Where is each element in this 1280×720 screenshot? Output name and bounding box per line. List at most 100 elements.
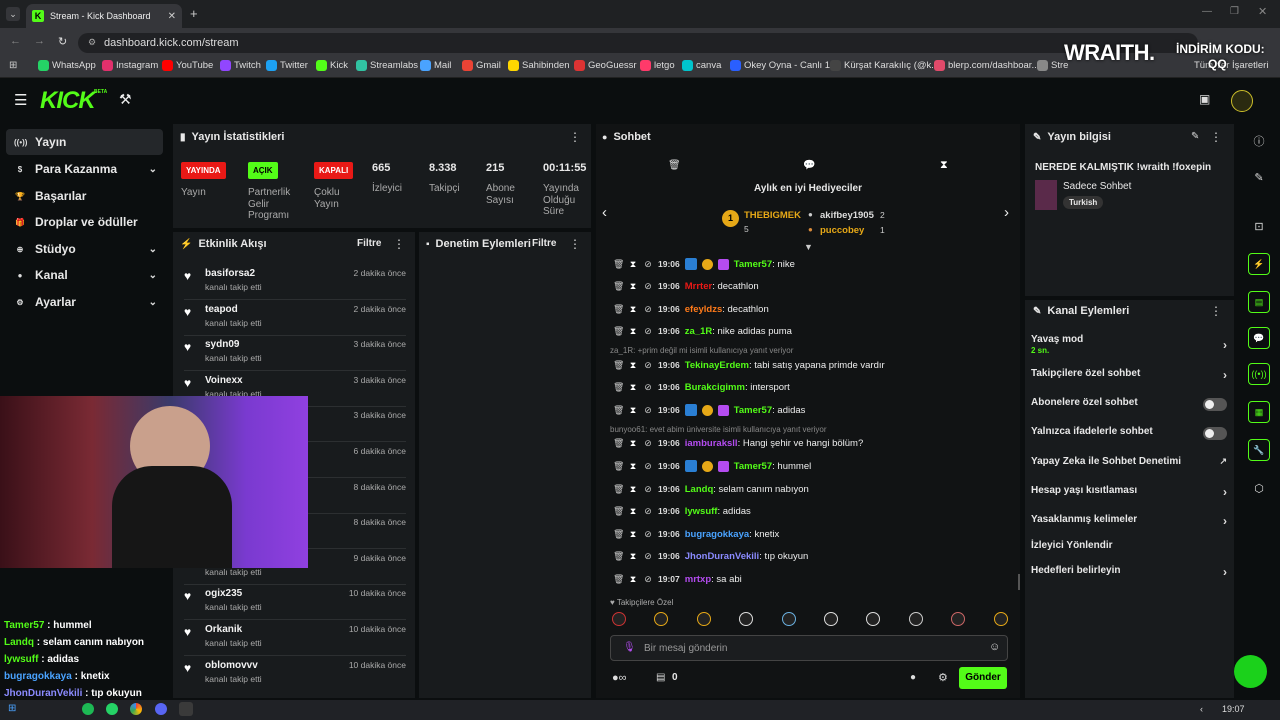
emote-icon[interactable] [696, 612, 711, 626]
event-username[interactable]: ogix235 [205, 588, 242, 599]
chat-message[interactable]: 🗑 ⧗ ⊘ 19:06 Tamer57: hummel [613, 458, 811, 474]
back-icon[interactable]: ← [10, 35, 21, 47]
hourglass-icon[interactable]: ⧗ [940, 159, 948, 172]
message-username[interactable]: lywsuff [685, 506, 718, 517]
category-name[interactable]: Sadece Sohbet [1063, 181, 1131, 192]
bookmark-8[interactable]: Gmail [462, 60, 501, 71]
timeout-icon[interactable]: ⧗ [628, 382, 638, 393]
forward-icon[interactable]: → [34, 35, 45, 47]
sidebar-item-0[interactable]: ((•)) Yayın [6, 129, 163, 155]
chat-message[interactable]: 🗑 ⧗ ⊘ 19:06 Mrrter: decathlon [613, 278, 759, 294]
timeout-icon[interactable]: ⧗ [628, 259, 638, 270]
avatar[interactable] [1231, 90, 1253, 112]
delete-message-icon[interactable]: 🗑 [613, 461, 624, 472]
stats-menu-icon[interactable]: ⋮ [569, 130, 581, 144]
message-username[interactable]: Mrrter [685, 281, 712, 292]
emote-icon[interactable] [993, 612, 1008, 626]
delete-message-icon[interactable]: 🗑 [613, 360, 624, 371]
events-menu-icon[interactable]: ⋮ [393, 237, 405, 251]
message-username[interactable]: Tamer57 [734, 259, 772, 270]
message-icon[interactable]: 💬 [803, 160, 815, 171]
ban-icon[interactable]: ⊘ [643, 461, 653, 472]
message-username[interactable]: Landq [685, 484, 714, 495]
wrench-icon[interactable]: 🔧 [1248, 439, 1270, 461]
chat-message[interactable]: 🗑 ⧗ ⊘ 19:06 Burakcigimm: intersport [613, 379, 790, 395]
bookmark-1[interactable]: Instagram [102, 60, 158, 71]
toggle-switch[interactable] [1203, 427, 1227, 440]
message-username[interactable]: JhonDuranVekili [685, 551, 759, 562]
timeout-icon[interactable]: ⧗ [628, 405, 638, 416]
maximize-icon[interactable]: ❐ [1230, 6, 1239, 17]
sidebar-item-1[interactable]: $ Para Kazanma ⌄ [6, 156, 163, 182]
chat-message[interactable]: 🗑 ⧗ ⊘ 19:07 mrtxp: sa abi [613, 571, 742, 587]
ban-icon[interactable]: ⊘ [643, 438, 653, 449]
new-tab-icon[interactable]: + [190, 6, 198, 21]
gifters-prev-icon[interactable]: ‹ [602, 204, 607, 221]
gifter-3-name[interactable]: puccobey [820, 225, 864, 236]
bookmark-10[interactable]: GeoGuessr [574, 60, 637, 71]
bookmark-2[interactable]: YouTube [162, 60, 213, 71]
delete-message-icon[interactable]: 🗑 [613, 551, 624, 562]
sidebar-item-5[interactable]: ● Kanal ⌄ [6, 262, 163, 288]
reload-icon[interactable]: ↻ [58, 35, 67, 48]
bookmark-15[interactable]: blerp.com/dashboar... [934, 60, 1039, 71]
document-icon[interactable]: ▤ [1248, 291, 1270, 313]
layout-icon[interactable]: ▦ [1248, 401, 1270, 423]
event-username[interactable]: teapod [205, 304, 238, 315]
chat-scrollbar[interactable] [1018, 574, 1020, 590]
edit-icon[interactable]: ✎ [1191, 131, 1199, 142]
ban-icon[interactable]: ⊘ [643, 529, 653, 540]
chat-message[interactable]: 🗑 ⧗ ⊘ 19:06 Tamer57: adidas [613, 402, 805, 418]
message-username[interactable]: mrtxp [685, 574, 711, 585]
channel-action-7[interactable]: Hedefleri belirleyin › [1031, 565, 1227, 581]
menu-icon[interactable]: ☰ [14, 91, 27, 109]
apps-grid-icon[interactable]: ⊞ [9, 60, 17, 71]
chat-message[interactable]: 🗑 ⧗ ⊘ 19:06 za_1R: nike adidas puma [613, 323, 792, 339]
stream-info-menu-icon[interactable]: ⋮ [1210, 130, 1222, 144]
edit-pencil-icon[interactable]: ✎ [1248, 166, 1270, 188]
event-row[interactable]: ♥ oblomovvv kanalı takip etti 10 dakika önc… [184, 660, 406, 694]
sidebar-item-2[interactable]: 🏆 Başarılar [6, 183, 163, 209]
ban-icon[interactable]: ⊘ [643, 259, 653, 270]
message-username[interactable]: Burakcigimm [685, 382, 745, 393]
url-input[interactable]: dashboard.kick.com/stream [78, 33, 1198, 53]
delete-message-icon[interactable]: 🗑 [613, 484, 624, 495]
obs-icon[interactable] [179, 702, 193, 716]
message-username[interactable]: Tamer57 [734, 461, 772, 472]
chat-message[interactable]: 🗑 ⧗ ⊘ 19:06 lywsuff: adidas [613, 503, 751, 519]
chat-icon[interactable]: 💬 [1248, 327, 1270, 349]
hammer-icon[interactable]: ⚒ [119, 91, 132, 108]
timeout-icon[interactable]: ⧗ [628, 461, 638, 472]
delete-message-icon[interactable]: 🗑 [613, 574, 624, 585]
discord-icon[interactable] [155, 703, 167, 715]
bookmark-6[interactable]: Streamlabs [356, 60, 418, 71]
emote-icon[interactable] [908, 612, 923, 626]
delete-message-icon[interactable]: 🗑 [613, 506, 624, 517]
collapse-icon[interactable]: ▼ [804, 242, 813, 252]
bookmark-4[interactable]: Twitter [266, 60, 308, 71]
chat-message[interactable]: 🗑 ⧗ ⊘ 19:06 Landq: selam canım nabıyon [613, 481, 809, 497]
chrome-icon[interactable] [130, 703, 142, 715]
delete-message-icon[interactable]: 🗑 [613, 304, 624, 315]
chat-input[interactable]: 🎙 Bir mesaj gönderin ☺ [610, 635, 1008, 661]
taskbar-arrow-icon[interactable]: ‹ [1200, 704, 1203, 714]
event-row[interactable]: ♥ sydn09 kanalı takip etti 3 dakika önce [184, 339, 406, 373]
channel-action-1[interactable]: Abonelere özel sohbet [1031, 397, 1227, 413]
message-username[interactable]: efeyldzs [685, 304, 723, 315]
kick-logo[interactable]: KICK [40, 87, 96, 115]
bookmark-12[interactable]: canva [682, 60, 721, 71]
broadcast-icon[interactable]: ((•)) [1248, 363, 1270, 385]
minimize-icon[interactable]: — [1202, 6, 1212, 17]
start-icon[interactable]: ⊞ [8, 703, 16, 714]
chat-message[interactable]: 🗑 ⧗ ⊘ 19:06 bugragokkaya: knetix [613, 526, 779, 542]
ban-icon[interactable]: ⊘ [643, 360, 653, 371]
message-username[interactable]: TekinayErdem [685, 360, 749, 371]
timeout-icon[interactable]: ⧗ [628, 438, 638, 449]
sidebar-item-4[interactable]: ⊕ Stüdyo ⌄ [6, 236, 163, 262]
gifter-1-name[interactable]: THEBIGMEK [744, 210, 801, 221]
chat-message[interactable]: 🗑 ⧗ ⊘ 19:06 efeyldzs: decathlon [613, 301, 769, 317]
ban-icon[interactable]: ⊘ [643, 484, 653, 495]
channel-action-4[interactable]: Hesap yaşı kısıtlaması › [1031, 485, 1227, 501]
timeout-icon[interactable]: ⧗ [628, 326, 638, 337]
all-bookmarks-link[interactable]: Tüm Yer İşaretleri [1194, 60, 1268, 71]
